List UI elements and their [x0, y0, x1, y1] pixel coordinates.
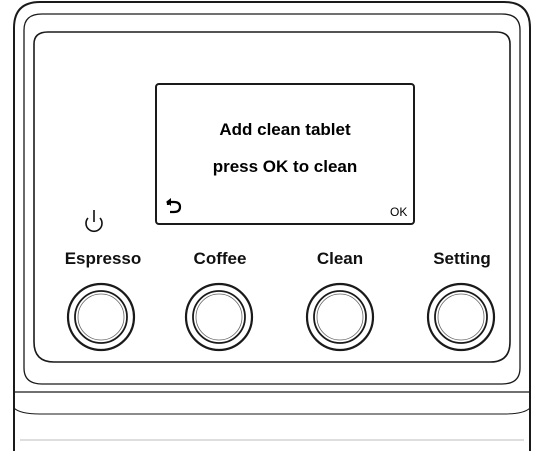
display-line-2: press OK to clean	[213, 157, 358, 176]
power-icon[interactable]	[85, 210, 103, 233]
control-panel-diagram: Add clean tablet press OK to clean OK Es…	[13, 1, 531, 451]
coffee-label: Coffee	[194, 249, 247, 268]
setting-button[interactable]	[426, 282, 496, 352]
clean-button[interactable]	[305, 282, 375, 352]
display-line-1: Add clean tablet	[219, 120, 351, 139]
coffee-button[interactable]	[184, 282, 254, 352]
lcd-display: Add clean tablet press OK to clean OK	[155, 83, 415, 225]
machine-housing	[13, 1, 531, 451]
ok-softkey[interactable]: OK	[390, 205, 407, 219]
espresso-button[interactable]	[66, 282, 136, 352]
clean-label: Clean	[317, 249, 363, 268]
setting-label: Setting	[433, 249, 491, 268]
espresso-label: Espresso	[65, 249, 142, 268]
